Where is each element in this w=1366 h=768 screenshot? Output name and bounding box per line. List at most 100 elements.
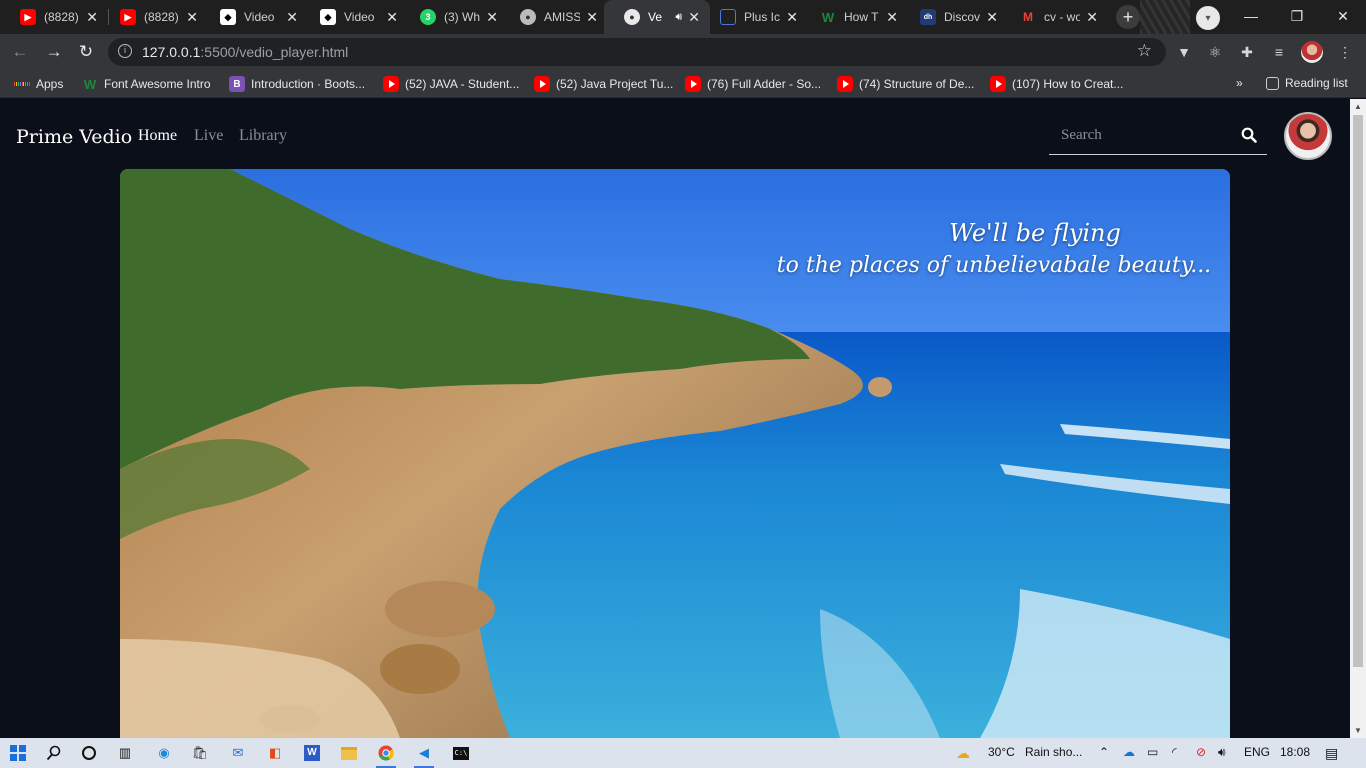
browser-tab[interactable]: W How T ✕: [800, 0, 908, 34]
language-indicator[interactable]: ENG: [1244, 745, 1270, 759]
browser-tab[interactable]: ● AMISS ✕: [500, 0, 608, 34]
wifi-icon[interactable]: ◜: [1172, 745, 1177, 759]
close-tab-icon[interactable]: ✕: [886, 9, 898, 26]
scroll-up-arrow[interactable]: ▲: [1354, 102, 1362, 111]
close-tab-icon[interactable]: ✕: [786, 9, 798, 26]
minimize-button[interactable]: —: [1228, 0, 1274, 32]
svg-text:We'll be flying: We'll be flying: [949, 219, 1121, 247]
close-tab-icon[interactable]: ✕: [286, 9, 298, 26]
browser-tab-active[interactable]: ● Ve 🔊︎ ✕: [604, 0, 710, 34]
weather-icon[interactable]: ☁: [956, 745, 970, 762]
react-devtools-icon[interactable]: ⚛: [1205, 42, 1225, 62]
nav-library[interactable]: Library: [239, 127, 287, 145]
chrome-icon[interactable]: [376, 743, 396, 768]
browser-tab[interactable]: Plus Ic ✕: [700, 0, 808, 34]
w-icon: W: [821, 9, 835, 25]
close-tab-icon[interactable]: ✕: [1086, 9, 1098, 26]
bookmark-apps[interactable]: Apps: [14, 76, 63, 92]
search-icon[interactable]: [44, 743, 64, 763]
search-box: [1049, 119, 1267, 155]
youtube-icon: [685, 76, 701, 92]
page-scrollbar[interactable]: ▲ ▼: [1350, 99, 1366, 738]
bookmark-item[interactable]: (107) How to Creat...: [990, 76, 1123, 92]
bookmark-item[interactable]: (74) Structure of De...: [837, 76, 974, 92]
globe-icon: ●: [624, 9, 640, 25]
close-tab-icon[interactable]: ✕: [986, 9, 998, 26]
youtube-icon: ▶: [120, 9, 136, 25]
address-bar[interactable]: i 127.0.0.1:5500/vedio_player.html ☆: [108, 38, 1166, 66]
close-tab-icon[interactable]: ✕: [486, 9, 498, 26]
browser-tab[interactable]: ▶ (8828) ✕: [100, 0, 208, 34]
browser-tab[interactable]: ▶ (8828) ✕: [0, 0, 108, 34]
word-icon[interactable]: W: [302, 743, 322, 763]
tabstrip-decoration: [1140, 0, 1190, 34]
browser-tab[interactable]: M cv - wo ✕: [1000, 0, 1108, 34]
nav-home[interactable]: Home: [138, 127, 177, 145]
task-view-icon[interactable]: ▥: [115, 743, 135, 763]
profile-avatar-icon[interactable]: [1301, 41, 1323, 63]
windows-start-icon[interactable]: [8, 743, 28, 763]
tab-title: AMISS: [544, 10, 581, 24]
audio-playing-icon[interactable]: 🔊︎: [675, 11, 682, 24]
bookmark-item[interactable]: B Introduction · Boots...: [229, 76, 365, 92]
notification-center-icon[interactable]: ▤: [1325, 745, 1338, 762]
vue-devtools-icon[interactable]: ▼: [1174, 42, 1194, 62]
close-tab-icon[interactable]: ✕: [86, 9, 98, 26]
close-window-button[interactable]: ✕: [1320, 0, 1366, 32]
browser-tab[interactable]: ◆ Video ✕: [300, 0, 408, 34]
browser-tab[interactable]: 3 (3) Wh ✕: [400, 0, 508, 34]
url-text[interactable]: 127.0.0.1:5500/vedio_player.html: [142, 44, 348, 60]
terminal-icon[interactable]: C:\: [451, 743, 471, 763]
weather-description[interactable]: Rain sho...: [1025, 745, 1082, 759]
site-info-icon[interactable]: i: [118, 44, 132, 58]
bookmark-star-icon[interactable]: ☆: [1137, 41, 1152, 61]
close-tab-icon[interactable]: ✕: [688, 9, 700, 26]
more-menu-icon[interactable]: ⋮: [1335, 42, 1355, 62]
reading-list-button[interactable]: Reading list: [1266, 76, 1348, 90]
youtube-icon: [383, 76, 399, 92]
tab-title: (3) Wh: [444, 10, 480, 24]
video-icon: ◆: [220, 9, 236, 25]
new-tab-button[interactable]: +: [1116, 5, 1140, 29]
bookmark-item[interactable]: (76) Full Adder - So...: [685, 76, 821, 92]
edge-icon[interactable]: ◉: [154, 743, 174, 763]
browser-tab[interactable]: ◆ Video ✕: [200, 0, 308, 34]
mail-icon[interactable]: ✉: [228, 743, 248, 763]
bookmarks-overflow-button[interactable]: »: [1236, 76, 1243, 90]
weather-temperature[interactable]: 30°C: [988, 745, 1015, 759]
site-brand[interactable]: Prime Vedio: [16, 126, 132, 148]
battery-icon[interactable]: ▭: [1147, 745, 1158, 759]
store-icon[interactable]: 🛍︎: [190, 743, 210, 763]
user-avatar[interactable]: [1284, 112, 1332, 160]
file-explorer-icon[interactable]: [339, 743, 359, 763]
antivirus-icon[interactable]: ⊘: [1196, 745, 1206, 759]
forward-button[interactable]: →: [40, 38, 68, 66]
scrollbar-thumb[interactable]: [1353, 115, 1363, 667]
extensions-icon[interactable]: ✚: [1237, 42, 1257, 62]
search-icon[interactable]: [1241, 127, 1257, 143]
close-tab-icon[interactable]: ✕: [186, 9, 198, 26]
show-hidden-icons[interactable]: ⌃: [1099, 745, 1109, 759]
onedrive-icon[interactable]: ☁: [1123, 745, 1135, 759]
clock-time[interactable]: 18:08: [1280, 745, 1310, 759]
reload-button[interactable]: ↻: [72, 38, 100, 66]
nav-live[interactable]: Live: [194, 127, 223, 145]
bookmark-item[interactable]: W Font Awesome Intro: [82, 76, 211, 92]
cortana-icon[interactable]: [79, 743, 99, 763]
tab-search-icon[interactable]: ▾: [1196, 6, 1220, 30]
scroll-down-arrow[interactable]: ▼: [1354, 726, 1362, 735]
restore-button[interactable]: ❐: [1274, 0, 1320, 32]
bookmark-item[interactable]: (52) JAVA - Student...: [383, 76, 519, 92]
media-control-icon[interactable]: ≡: [1269, 42, 1289, 62]
vscode-icon[interactable]: ◀: [414, 743, 434, 768]
office-icon[interactable]: ◧: [265, 743, 285, 763]
browser-tab[interactable]: dh Discov ✕: [900, 0, 1008, 34]
tab-strip: ▶ (8828) ✕ ▶ (8828) ✕ ◆ Video ✕ ◆ Video …: [0, 0, 1366, 34]
close-tab-icon[interactable]: ✕: [386, 9, 398, 26]
back-button[interactable]: ←: [6, 38, 34, 66]
volume-icon[interactable]: 🔊︎: [1218, 745, 1226, 760]
close-tab-icon[interactable]: ✕: [586, 9, 598, 26]
search-input[interactable]: [1061, 127, 1231, 144]
video-player[interactable]: We'll be flying to the places of unbelie…: [120, 169, 1230, 738]
bookmark-item[interactable]: (52) Java Project Tu...: [534, 76, 673, 92]
